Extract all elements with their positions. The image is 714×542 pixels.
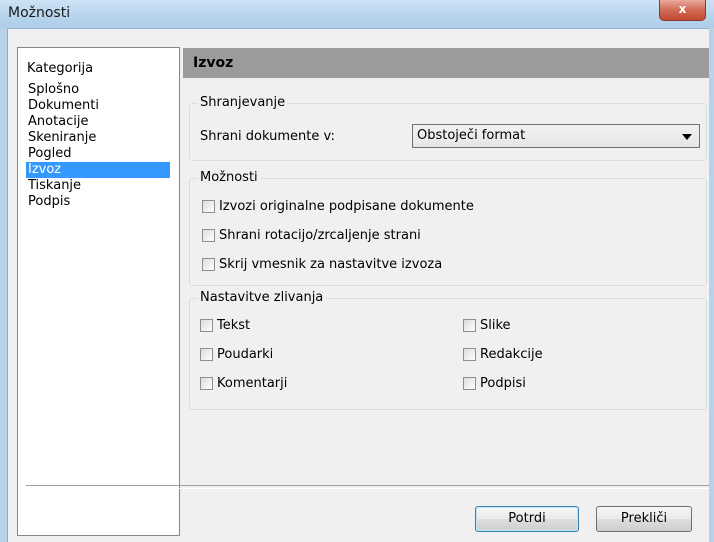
footer-separator bbox=[26, 485, 709, 489]
window-title: Možnosti bbox=[8, 5, 71, 21]
chevron-down-icon bbox=[682, 134, 692, 140]
checkbox[interactable] bbox=[202, 229, 215, 242]
category-panel: Kategorija Splošno Dokumenti Anotacije S… bbox=[17, 47, 180, 536]
cancel-button[interactable]: Prekliči bbox=[596, 506, 692, 532]
section-title: Izvoz bbox=[193, 55, 234, 71]
close-icon: x bbox=[678, 2, 687, 16]
checkbox[interactable] bbox=[463, 348, 476, 361]
checkbox-label: Redakcije bbox=[480, 347, 543, 362]
checkbox-label: Poudarki bbox=[217, 347, 274, 362]
checkbox-label: Slike bbox=[480, 318, 511, 333]
category-item-podpis[interactable]: Podpis bbox=[26, 194, 170, 210]
save-group: Shranjevanje Shrani dokumente v: Obstoje… bbox=[189, 95, 707, 161]
checkbox-label: Podpisi bbox=[480, 376, 526, 391]
checkbox[interactable] bbox=[202, 200, 215, 213]
category-item-izvoz[interactable]: Izvoz bbox=[26, 162, 170, 178]
checkbox-label: Izvozi originalne podpisane dokumente bbox=[219, 199, 474, 214]
checkbox-label: Tekst bbox=[217, 318, 251, 333]
category-list[interactable]: Splošno Dokumenti Anotacije Skeniranje P… bbox=[26, 82, 170, 210]
checkbox[interactable] bbox=[200, 348, 213, 361]
section-header: Izvoz bbox=[183, 48, 709, 78]
title-bar: Možnosti x bbox=[0, 0, 714, 29]
category-item-skeniranje[interactable]: Skeniranje bbox=[26, 130, 170, 146]
checkbox[interactable] bbox=[463, 377, 476, 390]
category-item-tiskanje[interactable]: Tiskanje bbox=[26, 178, 170, 194]
merge-group-legend: Nastavitve zlivanja bbox=[198, 290, 326, 305]
save-format-value: Obstoječi format bbox=[417, 128, 526, 143]
category-header: Kategorija bbox=[27, 61, 94, 76]
category-item-splosno[interactable]: Splošno bbox=[26, 82, 170, 98]
checkbox[interactable] bbox=[200, 377, 213, 390]
category-item-dokumenti[interactable]: Dokumenti bbox=[26, 98, 170, 114]
ok-button[interactable]: Potrdi bbox=[475, 506, 579, 532]
category-item-anotacije[interactable]: Anotacije bbox=[26, 114, 170, 130]
merge-group: Nastavitve zlivanja Tekst Poudarki Komen… bbox=[189, 290, 707, 410]
checkbox-label: Komentarji bbox=[217, 376, 288, 391]
checkbox-label: Skrij vmesnik za nastavitve izvoza bbox=[219, 257, 443, 272]
checkbox[interactable] bbox=[463, 319, 476, 332]
save-location-label: Shrani dokumente v: bbox=[200, 129, 335, 144]
options-group-legend: Možnosti bbox=[198, 170, 260, 185]
checkbox-label: Shrani rotacijo/zrcaljenje strani bbox=[219, 228, 421, 243]
save-format-select[interactable]: Obstoječi format bbox=[412, 124, 700, 148]
save-group-legend: Shranjevanje bbox=[198, 95, 288, 110]
window-frame-left bbox=[0, 28, 8, 542]
checkbox[interactable] bbox=[200, 319, 213, 332]
checkbox[interactable] bbox=[202, 258, 215, 271]
options-group: Možnosti Izvozi originalne podpisane dok… bbox=[189, 170, 707, 286]
category-item-pogled[interactable]: Pogled bbox=[26, 146, 170, 162]
close-button[interactable]: x bbox=[659, 0, 706, 21]
